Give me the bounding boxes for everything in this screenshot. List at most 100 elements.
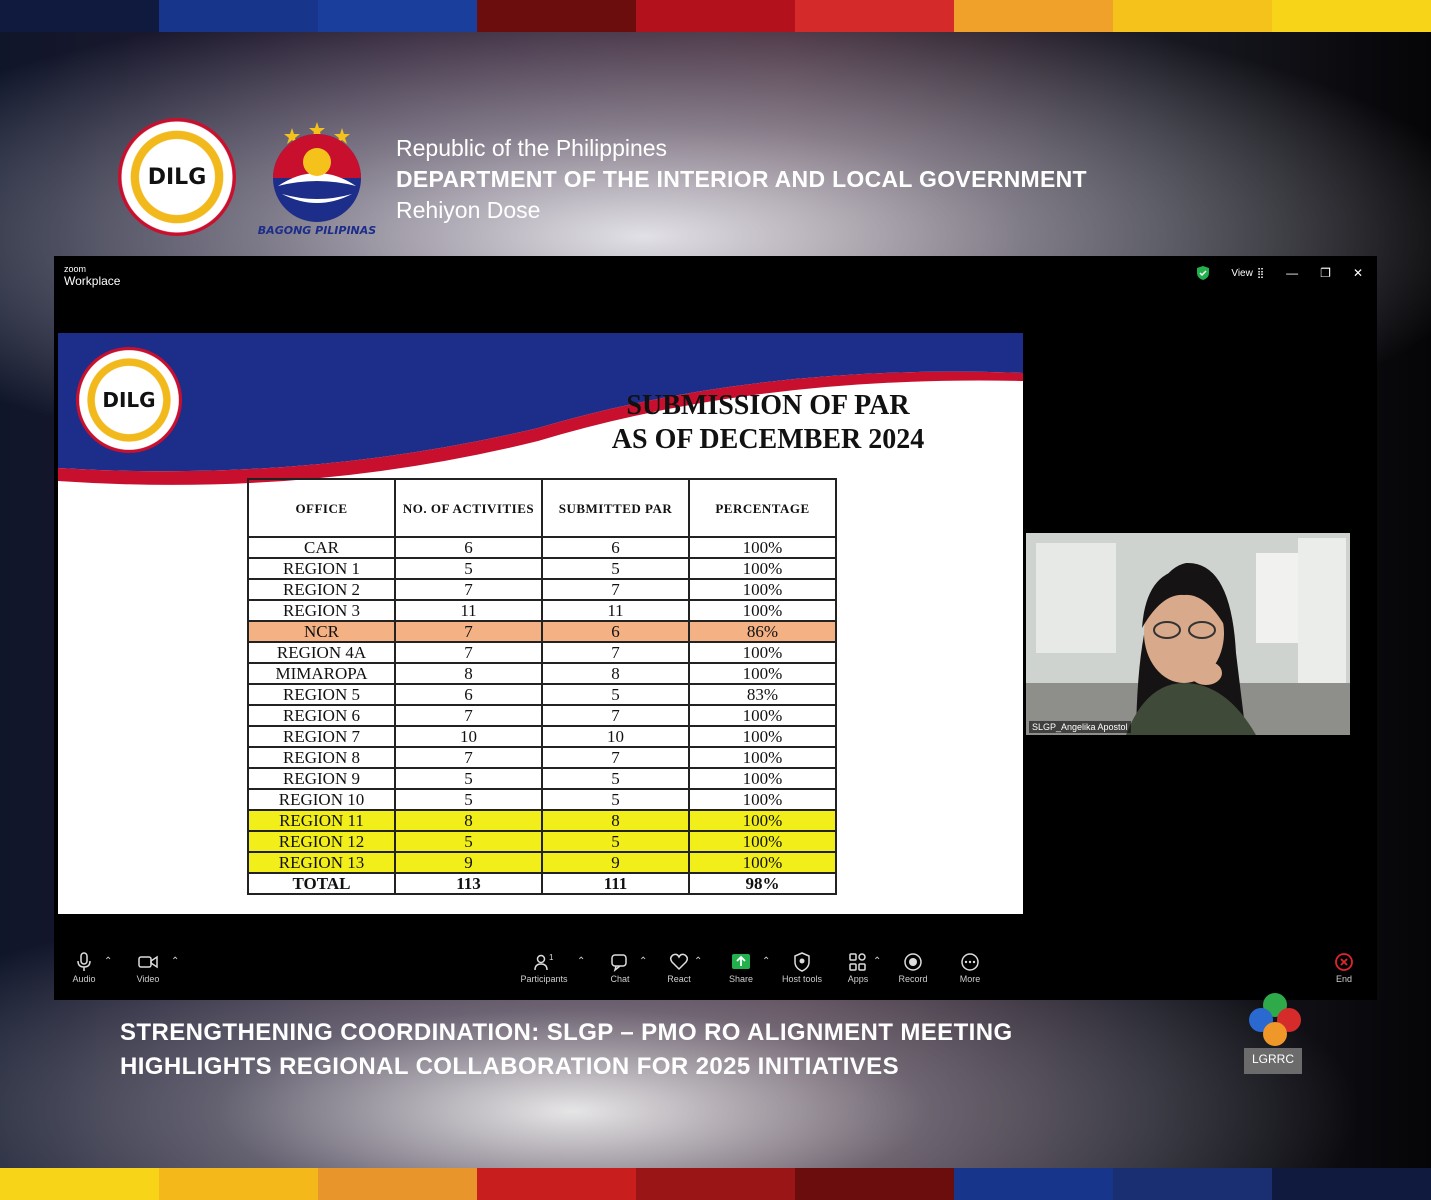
table-row: NCR 7 6 86% xyxy=(247,620,837,643)
article-caption: STRENGTHENING COORDINATION: SLGP – PMO R… xyxy=(120,1016,1013,1084)
slide-seal-text: DILG xyxy=(98,388,160,412)
cell-percentage: 100% xyxy=(688,767,837,790)
cell-percentage: 100% xyxy=(688,599,837,622)
cell-percentage: 100% xyxy=(688,641,837,664)
table-row: REGION 11 8 8 100% xyxy=(247,809,837,832)
stripe-segment xyxy=(795,0,954,32)
cell-percentage: 100% xyxy=(688,746,837,769)
cell-submitted: 6 xyxy=(541,536,690,559)
stripe-segment xyxy=(1272,1168,1431,1200)
table-row: REGION 5 6 5 83% xyxy=(247,683,837,706)
share-screen-icon xyxy=(732,954,750,969)
cell-office: REGION 6 xyxy=(247,704,396,727)
cell-office: REGION 9 xyxy=(247,767,396,790)
cell-percentage: 86% xyxy=(688,620,837,643)
table-row: REGION 3 11 11 100% xyxy=(247,599,837,622)
grid-icon: ⣿ xyxy=(1256,267,1265,279)
react-options-chevron-icon[interactable]: ⌃ xyxy=(694,956,702,967)
slide-dilg-seal: DILG xyxy=(76,347,182,453)
cell-office: REGION 5 xyxy=(247,683,396,706)
cell-percentage: 83% xyxy=(688,683,837,706)
par-submission-table: OFFICE NO. OF ACTIVITIES SUBMITTED PAR P… xyxy=(247,478,837,895)
audio-label: Audio xyxy=(72,974,96,984)
cell-activities: 10 xyxy=(394,725,543,748)
host-tools-button[interactable]: Host tools xyxy=(772,952,832,984)
more-button[interactable]: More xyxy=(940,952,1000,984)
total-office: TOTAL xyxy=(247,872,396,895)
cell-office: REGION 10 xyxy=(247,788,396,811)
video-options-chevron-icon[interactable]: ⌃ xyxy=(171,956,179,967)
total-percentage: 98% xyxy=(688,872,837,895)
header-office: OFFICE xyxy=(247,478,396,538)
slide-title-line2: AS OF DECEMBER 2024 xyxy=(611,424,925,455)
stripe-segment xyxy=(954,0,1113,32)
participants-label: Participants xyxy=(520,974,568,984)
cell-percentage: 100% xyxy=(688,851,837,874)
header-submitted: SUBMITTED PAR xyxy=(541,478,690,538)
chat-options-chevron-icon[interactable]: ⌃ xyxy=(639,956,647,967)
record-button[interactable]: Record xyxy=(883,952,943,984)
minimize-icon[interactable]: — xyxy=(1286,266,1298,280)
stripe-segment xyxy=(477,1168,636,1200)
bagong-pilipinas-emblem xyxy=(273,122,361,222)
window-controls: View ⣿ — ❐ ✕ xyxy=(1197,266,1363,280)
cell-percentage: 100% xyxy=(688,725,837,748)
cell-percentage: 100% xyxy=(688,662,837,685)
zoom-meeting-window: zoom Workplace View ⣿ — ❐ ✕ DILG SUBMISS… xyxy=(54,256,1377,1000)
stripe-segment xyxy=(954,1168,1113,1200)
cell-office: REGION 3 xyxy=(247,599,396,622)
cell-office: REGION 12 xyxy=(247,830,396,853)
stripe-segment xyxy=(159,1168,318,1200)
cell-submitted: 7 xyxy=(541,641,690,664)
more-icon xyxy=(961,953,979,971)
cell-activities: 5 xyxy=(394,557,543,580)
table-row: CAR 6 6 100% xyxy=(247,536,837,559)
close-icon[interactable]: ✕ xyxy=(1353,266,1363,280)
cell-submitted: 5 xyxy=(541,788,690,811)
total-activities: 113 xyxy=(394,872,543,895)
stripe-segment xyxy=(318,0,477,32)
cell-office: REGION 11 xyxy=(247,809,396,832)
cell-office: REGION 1 xyxy=(247,557,396,580)
apps-label: Apps xyxy=(847,974,869,984)
dilg-seal-text: DILG xyxy=(143,164,211,190)
lgrrc-logo: LGRRC xyxy=(1244,990,1306,1076)
participant-video-tile[interactable]: SLGP_Angelika Apostol xyxy=(1026,533,1350,735)
heart-icon xyxy=(669,953,689,971)
stripe-segment xyxy=(1113,1168,1272,1200)
end-button[interactable]: End xyxy=(1314,952,1374,984)
table-header-row: OFFICE NO. OF ACTIVITIES SUBMITTED PAR P… xyxy=(247,478,837,538)
participants-options-chevron-icon[interactable]: ⌃ xyxy=(577,956,585,967)
cell-submitted: 9 xyxy=(541,851,690,874)
host-tools-label: Host tools xyxy=(781,974,823,984)
cell-submitted: 5 xyxy=(541,830,690,853)
restore-icon[interactable]: ❐ xyxy=(1320,266,1331,280)
cell-activities: 5 xyxy=(394,767,543,790)
apps-options-chevron-icon[interactable]: ⌃ xyxy=(873,956,881,967)
cell-activities: 7 xyxy=(394,704,543,727)
participants-button[interactable]: 1 Participants xyxy=(514,952,574,984)
react-label: React xyxy=(667,974,691,984)
cell-office: NCR xyxy=(247,620,396,643)
cell-percentage: 100% xyxy=(688,809,837,832)
cell-activities: 5 xyxy=(394,830,543,853)
video-button[interactable]: Video xyxy=(118,952,178,984)
cell-activities: 7 xyxy=(394,578,543,601)
bagong-pilipinas-logo: BAGONG PILIPINAS xyxy=(256,120,378,238)
audio-options-chevron-icon[interactable]: ⌃ xyxy=(104,956,112,967)
apps-icon xyxy=(849,953,866,971)
view-button[interactable]: View ⣿ xyxy=(1231,268,1264,279)
caption-line2: HIGHLIGHTS REGIONAL COLLABORATION FOR 20… xyxy=(120,1053,899,1080)
stripe-segment xyxy=(1272,0,1431,32)
stripe-segment xyxy=(1113,0,1272,32)
cell-activities: 5 xyxy=(394,788,543,811)
table-row: REGION 12 5 5 100% xyxy=(247,830,837,853)
stripe-segment xyxy=(795,1168,954,1200)
header-activities: NO. OF ACTIVITIES xyxy=(394,478,543,538)
end-call-icon xyxy=(1335,953,1353,971)
share-options-chevron-icon[interactable]: ⌃ xyxy=(762,956,770,967)
table-row: REGION 2 7 7 100% xyxy=(247,578,837,601)
header-text: Republic of the Philippines DEPARTMENT O… xyxy=(396,133,1087,226)
bottom-color-stripe xyxy=(0,1168,1431,1200)
participants-count: 1 xyxy=(549,953,554,962)
